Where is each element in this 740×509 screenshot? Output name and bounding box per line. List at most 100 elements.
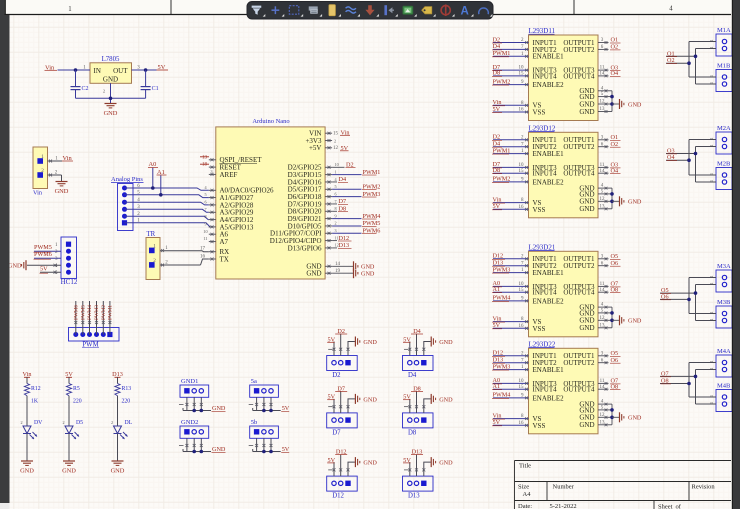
svg-text:VSS: VSS [533,422,546,430]
svg-text:11: 11 [600,379,605,384]
svg-text:A1: A1 [493,286,501,293]
svg-text:PWM1: PWM1 [107,305,113,320]
svg-text:Revision: Revision [692,483,716,490]
svg-text:O8: O8 [661,378,669,385]
svg-text:16: 16 [200,255,206,260]
svg-text:O6: O6 [661,293,669,300]
svg-text:5a: 5a [251,378,257,385]
svg-text:A1: A1 [493,383,501,390]
svg-text:D2: D2 [332,372,341,379]
svg-text:O8: O8 [611,383,619,390]
svg-text:ENABLE2: ENABLE2 [533,394,565,402]
svg-text:D8: D8 [493,167,501,174]
svg-text:GND: GND [439,339,453,346]
svg-text:Vin: Vin [33,189,42,196]
svg-text:Sheet: Sheet [658,503,673,509]
svg-text:Title: Title [519,463,531,470]
svg-text:2: 2 [21,420,23,425]
svg-text:PWM1: PWM1 [493,50,511,57]
svg-text:C2: C2 [82,86,89,92]
svg-text:14: 14 [600,169,606,174]
svg-text:INPUT4: INPUT4 [533,386,558,394]
svg-text:5V: 5V [493,419,501,426]
svg-text:IN: IN [94,67,101,75]
svg-text:GND: GND [104,110,118,117]
svg-text:14: 14 [600,72,606,77]
svg-text:ENABLE1: ENABLE1 [533,366,565,374]
svg-text:OUTPUT4: OUTPUT4 [563,72,595,80]
svg-text:PWM5: PWM5 [34,244,52,251]
svg-text:O4: O4 [611,70,619,77]
svg-text:15: 15 [519,72,525,77]
svg-text:1: 1 [709,318,714,320]
svg-text:GND: GND [361,271,375,278]
svg-text:1: 1 [68,6,71,13]
svg-text:5V: 5V [493,203,501,210]
svg-text:15: 15 [519,169,525,174]
svg-text:1: 1 [709,367,714,369]
svg-text:5V: 5V [493,106,501,113]
svg-text:ENABLE2: ENABLE2 [533,81,565,89]
svg-text:GND: GND [62,468,76,475]
svg-text:M2A: M2A [717,125,731,132]
svg-text:R12: R12 [31,386,41,392]
svg-text:16: 16 [519,108,525,113]
svg-text:220: 220 [122,399,131,405]
svg-text:M3B: M3B [717,299,731,306]
svg-text:L293D22: L293D22 [529,340,556,348]
svg-text:M2B: M2B [717,161,731,168]
svg-text:5b: 5b [251,419,258,426]
svg-text:PWM4: PWM4 [493,392,511,399]
svg-text:1K: 1K [31,399,39,405]
svg-text:L7805: L7805 [102,56,120,63]
svg-text:GND: GND [8,263,22,270]
svg-text:1: 1 [709,137,714,139]
svg-text:AREF: AREF [220,171,238,179]
svg-text:PWM2: PWM2 [493,176,511,183]
svg-text:D12: D12 [332,493,344,500]
svg-text:2: 2 [63,420,65,425]
svg-text:PWM2: PWM2 [493,78,511,85]
svg-text:GND: GND [111,468,125,475]
svg-text:1: 1 [709,275,714,277]
svg-text:5-21-2022: 5-21-2022 [550,503,577,509]
svg-text:15: 15 [519,288,525,293]
svg-text:D8: D8 [408,429,417,436]
svg-text:PWM6: PWM6 [73,305,79,320]
svg-text:5: 5 [204,192,206,197]
svg-text:Analog Pins: Analog Pins [111,176,143,183]
svg-text:GND: GND [103,76,118,84]
svg-text:10: 10 [519,66,525,71]
svg-text:2: 2 [103,89,105,94]
svg-text:GND: GND [579,108,594,116]
svg-text:1: 1 [709,311,714,313]
svg-text:5V: 5V [40,266,48,273]
svg-text:GND: GND [628,415,642,422]
svg-text:OUTPUT4: OUTPUT4 [563,386,595,394]
svg-text:R13: R13 [122,386,132,392]
svg-text:VSS: VSS [533,325,546,333]
svg-text:11: 11 [600,66,605,71]
svg-text:GND: GND [439,460,453,467]
svg-text:PWM3: PWM3 [493,363,511,370]
svg-text:PWM3: PWM3 [493,266,511,273]
svg-text:D5: D5 [76,420,83,426]
svg-text:Arduino Nano: Arduino Nano [252,118,289,125]
svg-text:VSS: VSS [533,206,546,214]
svg-text:GND: GND [363,460,377,467]
svg-text:11: 11 [600,163,605,168]
svg-text:PWM2: PWM2 [101,305,107,320]
svg-text:O6: O6 [611,260,619,267]
svg-text:GND2: GND2 [181,419,198,426]
svg-text:OUTPUT4: OUTPUT4 [563,170,595,178]
svg-text:C1: C1 [152,86,159,92]
svg-text:O2: O2 [611,141,619,148]
svg-text:10: 10 [519,282,525,287]
svg-text:GND: GND [55,188,69,195]
svg-text:7: 7 [204,207,206,212]
svg-text:OUTPUT2: OUTPUT2 [563,262,595,270]
svg-text:14: 14 [600,288,606,293]
svg-text:1: 1 [709,360,714,362]
svg-text:8: 8 [204,214,206,219]
svg-text:M1A: M1A [717,27,731,34]
